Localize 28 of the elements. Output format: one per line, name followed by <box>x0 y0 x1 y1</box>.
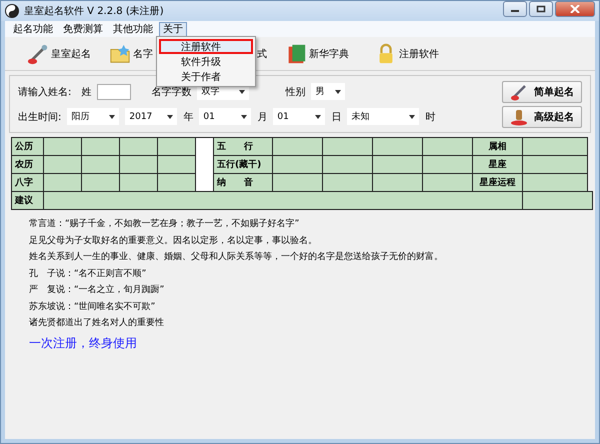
field-label: 名字字数 <box>151 86 192 98</box>
row-label: 建议 <box>12 192 44 210</box>
row-label: 纳 音 <box>214 174 272 192</box>
row-label: 公历 <box>12 138 44 156</box>
field-label: 出生时间: <box>18 110 62 124</box>
row-label: 八字 <box>12 174 44 192</box>
field-label: 年 <box>183 110 194 124</box>
field-label: 姓 <box>81 86 92 98</box>
text-line: 严 复说：“一名之立，旬月踟蹰” <box>29 284 166 297</box>
text-line: 常言道：“赐子千金，不如教一艺在身；教子一艺，不如赐子好名字” <box>29 218 300 231</box>
row-label: 星座运程 <box>472 174 522 192</box>
row-label: 五行(藏干) <box>214 156 272 174</box>
field-label: 性别 <box>285 86 306 98</box>
text-line: 苏东坡说：“世间唯名实不可欺” <box>29 300 156 314</box>
field-label: 时 <box>425 110 436 124</box>
field-label: 请输入姓名: <box>18 86 72 98</box>
row-label: 农历 <box>12 156 44 174</box>
text-line: 姓名关系到人一生的事业、健康、婚姻、父母和人际关系等等，一个好的名字是您送给孩子无价的财富。 <box>29 250 444 264</box>
window-title: 皇室起名软件 V 2.2.8 (未注册) <box>24 4 164 18</box>
text-line: 足见父母为子女取好名的重要意义。因名以定形，名以定事，事以验名。 <box>29 234 318 248</box>
text-line: 诸先贤都道出了姓名对人的重要性 <box>29 316 165 330</box>
field-label: 月 <box>257 110 268 124</box>
promo-text: 一次注册，终身使用 <box>29 334 138 352</box>
row-label: 五 行 <box>214 138 272 156</box>
row-label: 星座 <box>472 156 522 174</box>
field-label: 日 <box>331 110 342 124</box>
row-label: 属相 <box>472 138 522 156</box>
text-line: 孔 子说：“名不正则言不顺” <box>29 268 148 280</box>
